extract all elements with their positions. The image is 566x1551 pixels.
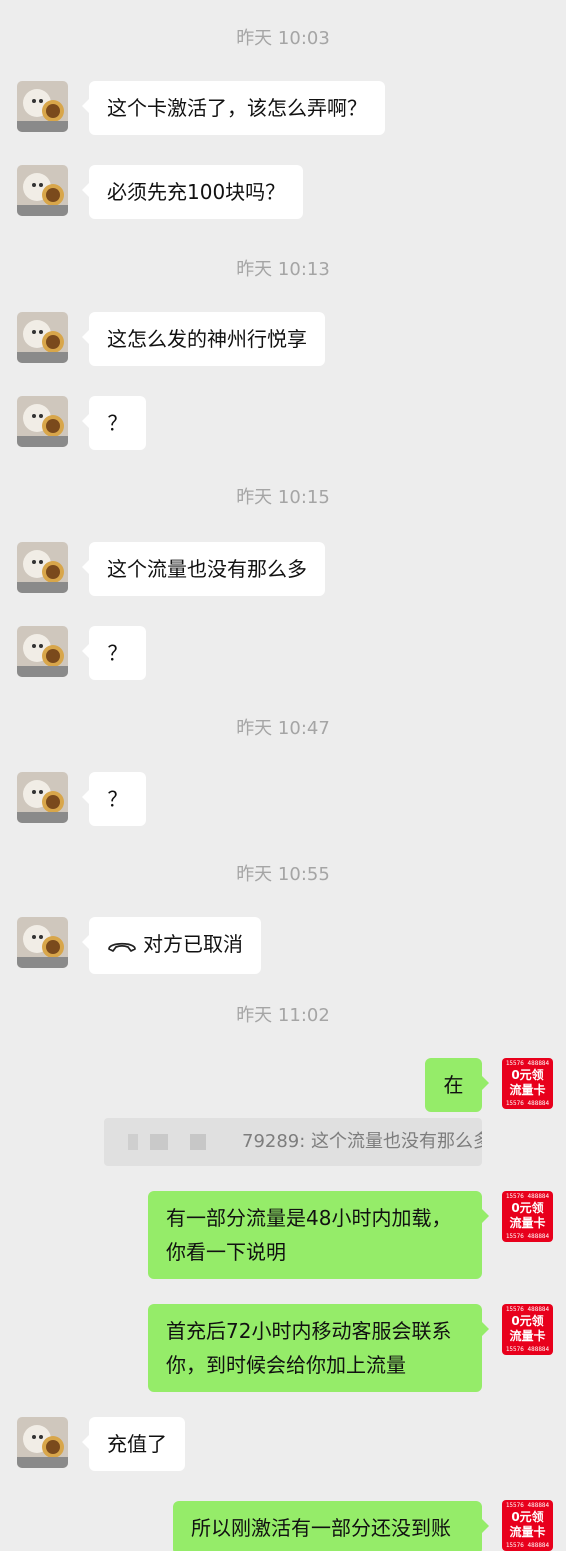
phone-hangup-icon <box>107 930 137 964</box>
outgoing-message[interactable]: 所以刚激活有一部分还没到账 <box>173 1501 489 1551</box>
outgoing-message[interactable]: 首充后72小时内移动客服会联系你，到时候会给你加上流量 <box>148 1304 489 1392</box>
contact-avatar[interactable] <box>17 81 68 132</box>
incoming-message[interactable]: 必须先充100块吗？ <box>81 165 304 219</box>
chat-window: 昨天 10:03 这个卡激活了，该怎么弄啊？ 必须先充100块吗？ 昨天 10:… <box>0 0 566 1551</box>
contact-avatar[interactable] <box>17 312 68 363</box>
my-avatar[interactable]: 15576 488884 0元领 流量卡 15576 488884 <box>502 1500 553 1551</box>
timestamp: 昨天 11:02 <box>236 1005 330 1026</box>
avatar-text-line1: 0元领 <box>511 1510 544 1524</box>
incoming-message[interactable]: 充值了 <box>82 1417 185 1471</box>
incoming-message[interactable]: ？ <box>82 626 146 680</box>
avatar-text-line2: 流量卡 <box>509 1525 546 1539</box>
avatar-text-line1: 0元领 <box>511 1068 544 1082</box>
timestamp: 昨天 10:55 <box>236 864 330 885</box>
avatar-number-bottom: 15576 488884 <box>505 1542 550 1549</box>
my-avatar[interactable]: 15576 488884 0元领 流量卡 15576 488884 <box>502 1304 553 1355</box>
incoming-message[interactable]: ？ <box>82 396 146 450</box>
call-record-message[interactable]: 对方已取消 <box>82 917 261 974</box>
avatar-text-line2: 流量卡 <box>509 1329 546 1343</box>
my-avatar[interactable]: 15576 488884 0元领 流量卡 15576 488884 <box>502 1058 553 1109</box>
incoming-message[interactable]: 这个流量也没有那么多 <box>82 542 325 596</box>
avatar-number-bottom: 15576 488884 <box>505 1233 550 1240</box>
contact-avatar[interactable] <box>17 626 68 677</box>
call-record-label: 对方已取消 <box>143 932 243 956</box>
incoming-message[interactable]: ？ <box>82 772 146 826</box>
quoted-text: 79289: 这个流量也没有那么多 <box>242 1131 482 1152</box>
avatar-number-bottom: 15576 488884 <box>505 1346 550 1353</box>
contact-avatar[interactable] <box>17 772 68 823</box>
quoted-message[interactable]: 79289: 这个流量也没有那么多 <box>104 1118 482 1166</box>
avatar-text-line2: 流量卡 <box>509 1216 546 1230</box>
timestamp: 昨天 10:13 <box>236 259 330 280</box>
contact-avatar[interactable] <box>17 396 68 447</box>
avatar-number-top: 15576 488884 <box>505 1193 550 1200</box>
timestamp: 昨天 10:03 <box>236 28 330 49</box>
avatar-text-line2: 流量卡 <box>509 1083 546 1097</box>
avatar-number-bottom: 15576 488884 <box>505 1100 550 1107</box>
avatar-number-top: 15576 488884 <box>505 1502 550 1509</box>
incoming-message[interactable]: 这怎么发的神州行悦享 <box>82 312 325 366</box>
timestamp: 昨天 10:47 <box>236 718 330 739</box>
contact-avatar[interactable] <box>17 917 68 968</box>
incoming-message[interactable]: 这个卡激活了，该怎么弄啊？ <box>82 81 385 135</box>
contact-avatar[interactable] <box>17 1417 68 1468</box>
outgoing-message[interactable]: 在 <box>425 1058 489 1112</box>
my-avatar[interactable]: 15576 488884 0元领 流量卡 15576 488884 <box>502 1191 553 1242</box>
avatar-number-top: 15576 488884 <box>505 1060 550 1067</box>
avatar-number-top: 15576 488884 <box>505 1306 550 1313</box>
outgoing-message[interactable]: 有一部分流量是48小时内加载，你看一下说明 <box>148 1191 489 1279</box>
avatar-text-line1: 0元领 <box>511 1201 544 1215</box>
timestamp: 昨天 10:15 <box>236 487 330 508</box>
contact-avatar[interactable] <box>17 542 68 593</box>
contact-avatar[interactable] <box>17 165 68 216</box>
redacted-name <box>122 1134 242 1150</box>
avatar-text-line1: 0元领 <box>511 1314 544 1328</box>
